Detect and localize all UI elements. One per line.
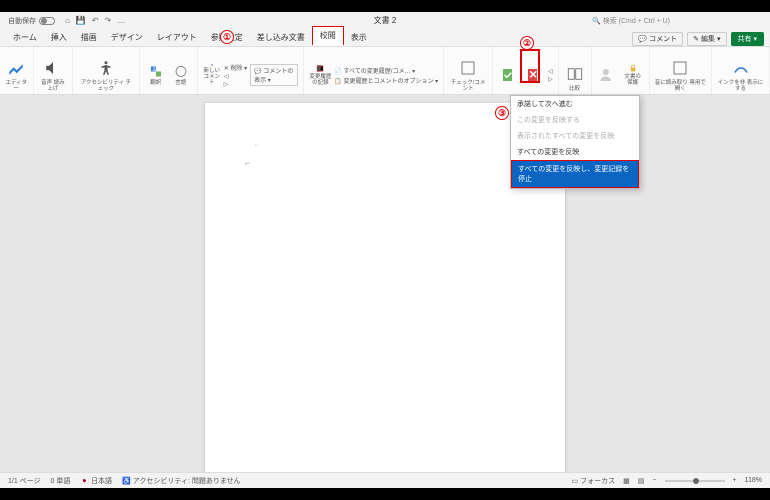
reviewing-pane-button[interactable]	[457, 57, 479, 79]
more-icon[interactable]: …	[117, 16, 125, 25]
track-changes-button[interactable]: 変更履歴 の記録	[309, 64, 331, 86]
zoom-level[interactable]: 118%	[745, 477, 762, 484]
show-comments-button[interactable]: 💬 コメントの表示 ▾	[250, 64, 298, 86]
protect-button[interactable]: 文書の 保護	[622, 64, 644, 86]
callout-1: ①	[220, 30, 234, 44]
callout-3: ③	[495, 106, 509, 120]
tab-mailings[interactable]: 差し込み文書	[250, 29, 312, 46]
comments-button[interactable]: 💬 コメント	[632, 32, 683, 46]
view-print[interactable]: ▦	[623, 477, 630, 485]
page-count[interactable]: 1/1 ページ	[8, 476, 41, 486]
accept-this: この変更を反映する	[511, 112, 639, 128]
tab-review[interactable]: 校閲	[312, 26, 344, 46]
accept-dropdown-highlight	[520, 49, 540, 83]
delete-comment[interactable]: ✕ 削除 ▾	[224, 63, 247, 72]
titlebar: 自動保存 ⌂ 💾 ↶ ↷ … 文書 2 🔍 検索 (Cmd + Ctrl + U…	[0, 12, 770, 29]
accept-dropdown-menu: 承諾して次へ進む この変更を反映する 表示されたすべての変更を反映 すべての変更…	[510, 95, 640, 189]
prev-change[interactable]: ◁	[548, 68, 553, 75]
ribbon: エディター 音声 読み上げ アクセシビリティ チェック あ翻訳 言語 新しい コ…	[0, 47, 770, 95]
accessibility-button[interactable]	[95, 57, 117, 79]
translate-button[interactable]: あ翻訳	[145, 64, 167, 86]
redo-icon[interactable]: ↷	[105, 16, 112, 25]
accept-all-stop[interactable]: すべての変更を反映し、変更記録を停止	[511, 160, 639, 188]
search-box[interactable]: 🔍 検索 (Cmd + Ctrl + U)	[592, 16, 670, 26]
open-readonly-button[interactable]	[669, 57, 691, 79]
tab-view[interactable]: 表示	[344, 29, 374, 46]
zoom-in[interactable]: +	[733, 477, 737, 484]
next-change[interactable]: ▷	[548, 76, 553, 83]
language-button[interactable]: 言語	[170, 64, 192, 86]
edit-button[interactable]: ✎ 編集 ▾	[687, 32, 726, 46]
tab-home[interactable]: ホーム	[6, 29, 44, 46]
undo-icon[interactable]: ↶	[92, 16, 99, 25]
autosave-label: 自動保存	[8, 16, 36, 26]
statusbar: 1/1 ページ 0 単語 🇯🇵 日本語 ♿ アクセシビリティ: 問題ありません …	[0, 472, 770, 488]
tab-insert[interactable]: 挿入	[44, 29, 74, 46]
accept-all[interactable]: すべての変更を反映	[511, 144, 639, 160]
svg-text:あ: あ	[152, 67, 156, 73]
next-comment[interactable]: ▷	[224, 81, 247, 88]
hide-ink-button[interactable]	[730, 57, 752, 79]
zoom-out[interactable]: −	[652, 477, 656, 484]
tab-design[interactable]: デザイン	[104, 29, 150, 46]
markup-display[interactable]: 📄 すべての変更履歴/コメ… ▾	[334, 66, 438, 75]
document-area: ¨ ⌐ ¬	[0, 95, 770, 472]
quick-access-toolbar: ⌂ 💾 ↶ ↷ …	[65, 16, 125, 25]
focus-mode[interactable]: ▭ フォーカス	[572, 476, 616, 486]
read-aloud-button[interactable]	[42, 57, 64, 79]
accept-button[interactable]	[498, 64, 520, 86]
share-button[interactable]: 共有 ▾	[731, 32, 764, 46]
home-icon[interactable]: ⌂	[65, 16, 70, 25]
view-web[interactable]: ▤	[638, 477, 645, 485]
zoom-slider[interactable]	[665, 480, 725, 482]
ribbon-tabs: ホーム 挿入 描画 デザイン レイアウト 参照設定 差し込み文書 校閲 表示 💬…	[0, 29, 770, 47]
a11y-status[interactable]: ♿ アクセシビリティ: 問題ありません	[122, 476, 241, 486]
callout-2: ②	[520, 36, 534, 50]
tab-layout[interactable]: レイアウト	[150, 29, 204, 46]
toggle-switch[interactable]	[39, 17, 55, 25]
save-icon[interactable]: 💾	[76, 16, 86, 25]
block-authors-button[interactable]	[597, 64, 619, 86]
word-count[interactable]: 0 単語	[51, 476, 71, 486]
prev-comment[interactable]: ◁	[224, 73, 247, 80]
accept-next[interactable]: 承諾して次へ進む	[511, 96, 639, 112]
new-comment-button[interactable]: 新しい コメント	[203, 64, 221, 86]
language-status[interactable]: 🇯🇵 日本語	[80, 476, 112, 486]
autosave-toggle[interactable]: 自動保存	[8, 16, 55, 26]
markup-options[interactable]: 📋 変更履歴とコメントのオプション ▾	[334, 76, 438, 85]
compare-button[interactable]	[564, 63, 586, 85]
editor-button[interactable]	[5, 57, 27, 79]
tab-draw[interactable]: 描画	[74, 29, 104, 46]
accept-shown: 表示されたすべての変更を反映	[511, 128, 639, 144]
document-title: 文書 2	[374, 15, 397, 26]
